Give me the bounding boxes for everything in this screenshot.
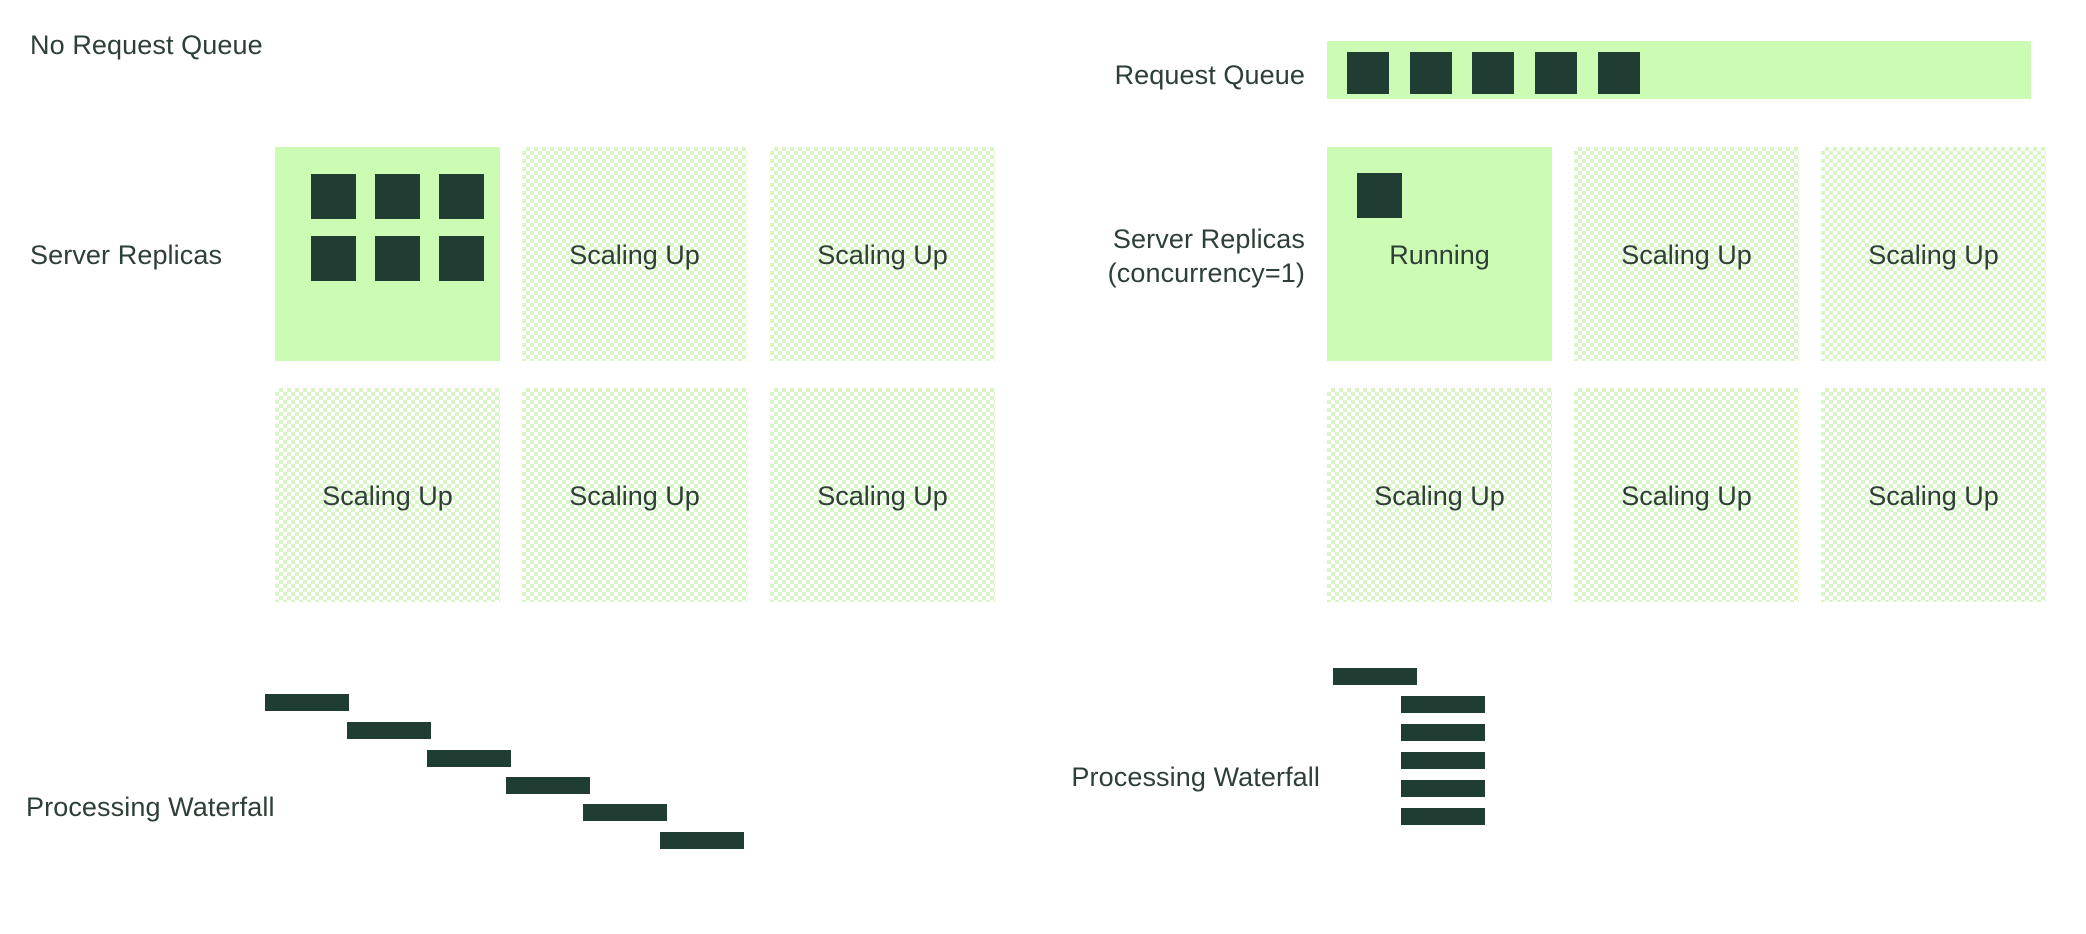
- request-unit: [375, 236, 420, 281]
- running-request-unit: [1357, 173, 1402, 218]
- right-replica-box-6-text: Scaling Up: [1868, 481, 1999, 511]
- right-replica-box-1[interactable]: Running: [1327, 147, 1552, 361]
- left-replica-box-4[interactable]: Scaling Up: [275, 388, 500, 602]
- right-replica-box-5[interactable]: Scaling Up: [1574, 388, 1799, 602]
- left-queue-label: No Request Queue: [30, 30, 263, 60]
- left-waterfall-label: Processing Waterfall: [26, 792, 275, 822]
- right-queue-label: Request Queue: [1114, 60, 1305, 90]
- right-replica-box-3-text: Scaling Up: [1868, 240, 1999, 270]
- queued-request-unit: [1535, 52, 1577, 94]
- right-replica-box-4[interactable]: Scaling Up: [1327, 388, 1552, 602]
- left-replica-box-6[interactable]: Scaling Up: [770, 388, 995, 602]
- right-waterfall-bar-1: [1333, 668, 1417, 685]
- right-replica-box-2[interactable]: Scaling Up: [1574, 147, 1799, 361]
- left-waterfall-bar-2: [347, 722, 431, 739]
- right-waterfall-bar-5: [1401, 780, 1485, 797]
- request-queue-strip[interactable]: [1327, 41, 2031, 99]
- right-waterfall-bar-4: [1401, 752, 1485, 769]
- right-replica-box-5-text: Scaling Up: [1621, 481, 1752, 511]
- request-unit: [311, 236, 356, 281]
- left-waterfall-bar-4: [506, 777, 590, 794]
- request-unit: [311, 174, 356, 219]
- left-replica-box-1[interactable]: [275, 147, 500, 361]
- diagram-canvas: No Request Queue Server Replicas Scaling…: [0, 0, 2086, 934]
- left-replica-box-6-text: Scaling Up: [817, 481, 948, 511]
- right-waterfall-bar-3: [1401, 724, 1485, 741]
- left-replica-box-2[interactable]: Scaling Up: [522, 147, 747, 361]
- request-unit: [439, 236, 484, 281]
- right-replica-box-6[interactable]: Scaling Up: [1821, 388, 2046, 602]
- right-replica-box-1-text: Running: [1389, 240, 1490, 270]
- request-unit: [439, 174, 484, 219]
- request-unit: [375, 174, 420, 219]
- queued-request-unit: [1472, 52, 1514, 94]
- left-waterfall-bar-5: [583, 804, 667, 821]
- left-waterfall-bar-6: [660, 832, 744, 849]
- left-replica-box-5-text: Scaling Up: [569, 481, 700, 511]
- left-replicas-label: Server Replicas: [30, 240, 223, 270]
- left-replica-box-4-text: Scaling Up: [322, 481, 453, 511]
- right-waterfall-label: Processing Waterfall: [1071, 762, 1320, 792]
- right-replicas-label: Server Replicas (concurrency=1): [1107, 224, 1305, 288]
- left-waterfall-bar-3: [427, 750, 511, 767]
- right-replica-box-4-text: Scaling Up: [1374, 481, 1505, 511]
- right-waterfall-bar-2: [1401, 696, 1485, 713]
- left-waterfall-bar-1: [265, 694, 349, 711]
- queued-request-unit: [1410, 52, 1452, 94]
- right-replica-box-2-text: Scaling Up: [1621, 240, 1752, 270]
- right-replica-box-3[interactable]: Scaling Up: [1821, 147, 2046, 361]
- left-replica-box-2-text: Scaling Up: [569, 240, 700, 270]
- queued-request-unit: [1598, 52, 1640, 94]
- left-replica-box-5[interactable]: Scaling Up: [522, 388, 747, 602]
- queued-request-unit: [1347, 52, 1389, 94]
- right-waterfall-bar-6: [1401, 808, 1485, 825]
